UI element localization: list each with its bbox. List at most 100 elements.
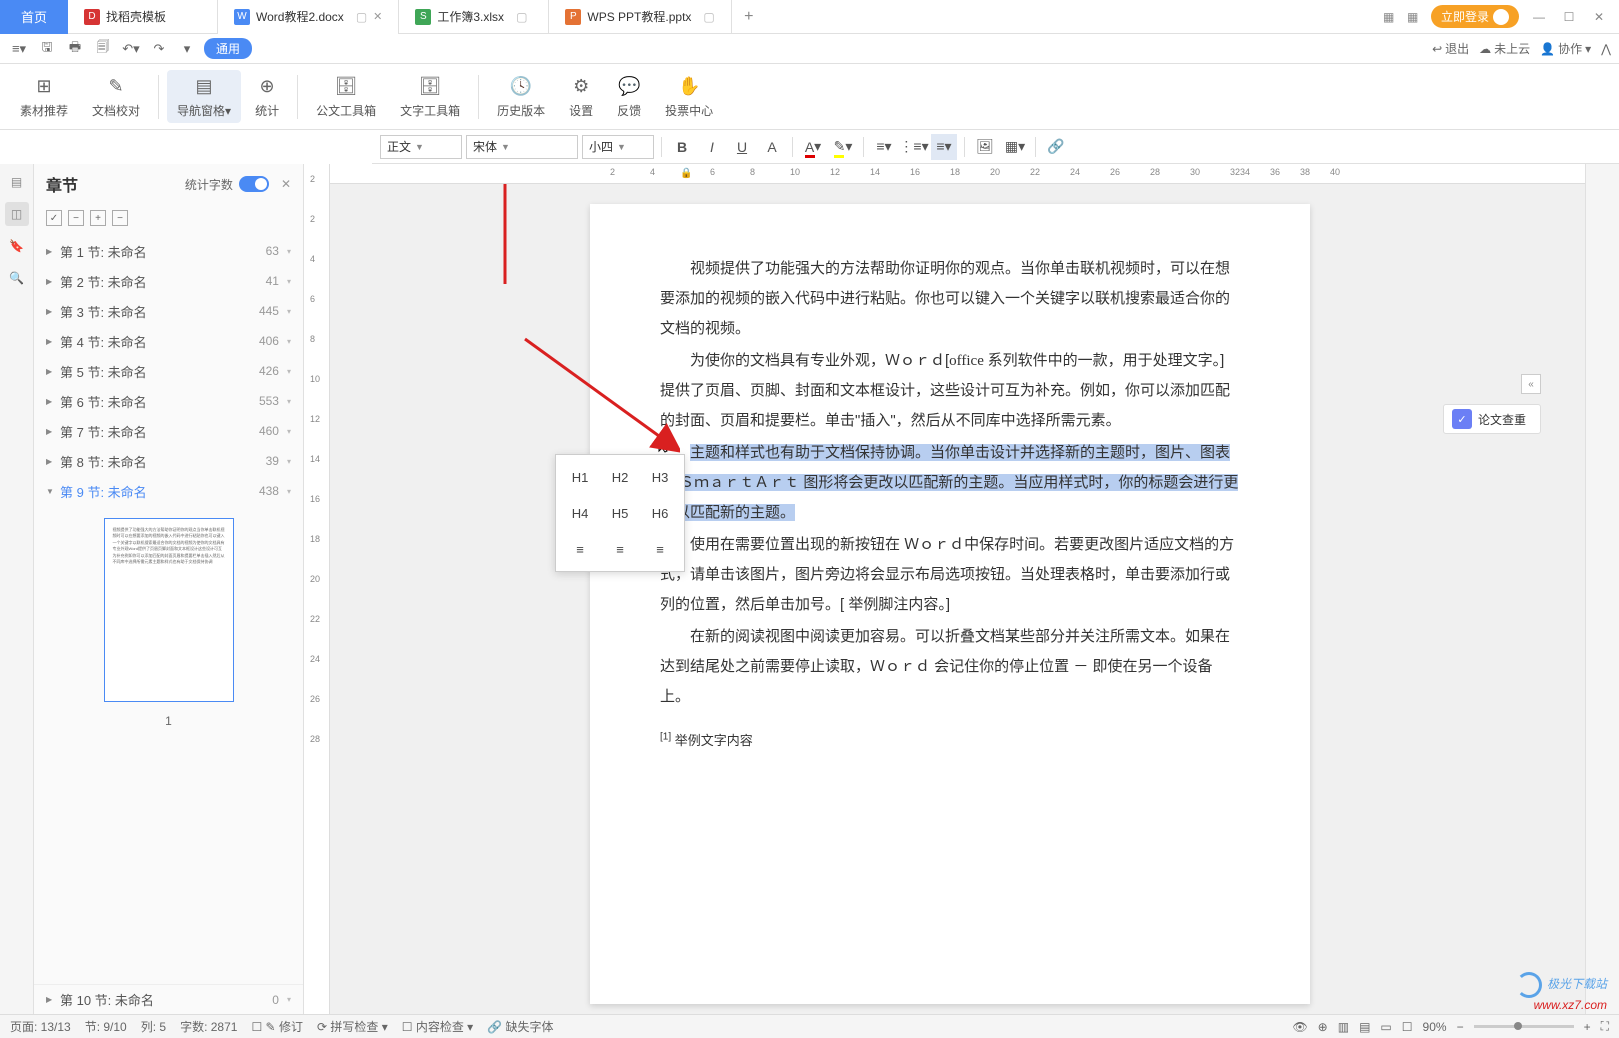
ribbon-feedback[interactable]: 💬反馈 — [607, 70, 651, 123]
view-mode-icon[interactable]: 👁 — [1292, 1020, 1307, 1034]
tab-excel-doc[interactable]: S 工作簿3.xlsx ▢ — [399, 0, 549, 34]
italic-button[interactable]: I — [699, 134, 725, 160]
ribbon-settings[interactable]: ⚙设置 — [559, 70, 603, 123]
image-button[interactable]: 🖼 — [972, 134, 998, 160]
heading-h3[interactable]: H3 — [644, 463, 676, 491]
underline-button[interactable]: U — [729, 134, 755, 160]
status-section[interactable]: 节: 9/10 — [85, 1018, 127, 1035]
status-page[interactable]: 页面: 13/13 — [10, 1018, 71, 1035]
home-tab[interactable]: 首页 — [0, 0, 68, 34]
style-select[interactable]: 正文▼ — [380, 135, 462, 159]
ribbon-texttools[interactable]: 🗄文字工具箱 — [390, 70, 470, 123]
nav-item[interactable]: ▶第 1 节: 未命名63▾ — [34, 236, 303, 266]
tab-template[interactable]: D 找稻壳模板 — [68, 0, 218, 34]
status-column[interactable]: 列: 5 — [141, 1018, 166, 1035]
paragraph[interactable]: 视频提供了功能强大的方法帮助你证明你的观点。当你单击联机视频时，可以在想要添加的… — [660, 254, 1240, 344]
zoom-out-icon[interactable]: ☐ — [1402, 1020, 1413, 1034]
status-edit[interactable]: ☐ ✎ 修订 — [251, 1018, 303, 1035]
document-canvas[interactable]: 视频提供了功能强大的方法帮助你证明你的观点。当你单击联机视频时，可以在想要添加的… — [330, 184, 1585, 1014]
preview-icon[interactable]: 🗐 — [92, 38, 114, 60]
paragraph-highlighted[interactable]: 主题和样式也有助于文档保持协调。当你单击设计并选择新的主题时，图片、图表或 Ｓｍ… — [660, 438, 1240, 528]
ribbon-vote[interactable]: ✋投票中心 — [655, 70, 723, 123]
close-icon[interactable]: ✕ — [373, 10, 382, 23]
undo-icon[interactable]: ↶▾ — [120, 38, 142, 60]
expand-all-icon[interactable]: ✓ — [46, 210, 62, 226]
exit-button[interactable]: ↩ 退出 — [1432, 40, 1469, 57]
paragraph[interactable]: 使用在需要位置出现的新按钮在 Ｗｏｒｄ中保存时间。若要更改图片适应文档的方式，请… — [660, 530, 1240, 620]
search-icon[interactable]: 🔍 — [5, 266, 29, 290]
number-list-button[interactable]: ≡▾ — [871, 134, 897, 160]
ribbon-nav-pane[interactable]: ▤导航窗格▾ — [167, 70, 241, 123]
outline-icon[interactable]: ▤ — [5, 170, 29, 194]
section-icon[interactable]: ◫ — [5, 202, 29, 226]
paper-check-button[interactable]: ✓ 论文查重 — [1443, 404, 1541, 434]
paragraph[interactable]: 为使你的文档具有专业外观，Ｗｏｒｄ[office 系列软件中的一款，用于处理文字… — [660, 346, 1240, 436]
add-section-icon[interactable]: + — [90, 210, 106, 226]
heading-h4[interactable]: H4 — [564, 499, 596, 527]
align-right-icon[interactable]: ≡ — [644, 535, 676, 563]
bookmark-icon[interactable]: 🔖 — [5, 234, 29, 258]
page[interactable]: 视频提供了功能强大的方法帮助你证明你的观点。当你单击联机视频时，可以在想要添加的… — [590, 204, 1310, 1004]
nav-item[interactable]: ▶第 5 节: 未命名426▾ — [34, 356, 303, 386]
view-web-icon[interactable]: ⊕ — [1318, 1020, 1328, 1034]
add-tab-button[interactable]: + — [732, 8, 766, 26]
heading-h6[interactable]: H6 — [644, 499, 676, 527]
page-thumbnail[interactable]: 视频提供了功能强大的方法帮助你证明你的观点当你单击联机视频时可以在想要添加的视频… — [104, 518, 234, 702]
heading-h5[interactable]: H5 — [604, 499, 636, 527]
redo-icon[interactable]: ↷ — [148, 38, 170, 60]
heading-h1[interactable]: H1 — [564, 463, 596, 491]
status-missing-font[interactable]: 🔗 缺失字体 — [487, 1018, 553, 1035]
view-read-icon[interactable]: ▭ — [1380, 1020, 1391, 1034]
remove-section-icon[interactable]: − — [112, 210, 128, 226]
align-left-icon[interactable]: ≡ — [564, 535, 596, 563]
ribbon-proofread[interactable]: ✎文档校对 — [82, 70, 150, 123]
paragraph[interactable]: 在新的阅读视图中阅读更加容易。可以折叠文档某些部分并关注所需文本。如果在达到结尾… — [660, 622, 1240, 712]
expand-icon[interactable]: ⋀ — [1601, 42, 1611, 56]
apps-icon[interactable] — [1407, 10, 1421, 24]
ribbon-material[interactable]: ⊞素材推荐 — [10, 70, 78, 123]
nav-item[interactable]: ▶第 3 节: 未命名445▾ — [34, 296, 303, 326]
fullscreen-icon[interactable]: ⛶ — [1601, 1019, 1609, 1034]
print-icon[interactable]: 🖶 — [64, 38, 86, 60]
table-button[interactable]: ▦▾ — [1002, 134, 1028, 160]
nav-item[interactable]: ▶第 4 节: 未命名406▾ — [34, 326, 303, 356]
tab-ppt-doc[interactable]: P WPS PPT教程.pptx ▢ — [549, 0, 731, 34]
dropdown-icon[interactable]: ▾ — [176, 38, 198, 60]
ribbon-doctools[interactable]: 🗄公文工具箱 — [306, 70, 386, 123]
highlight-button[interactable]: ✎▾ — [830, 134, 856, 160]
vertical-ruler[interactable]: 2 2 4 6 8 10 12 14 16 18 20 22 24 26 28 — [304, 164, 330, 1014]
collapse-icon[interactable]: « — [1521, 374, 1541, 394]
cloud-status[interactable]: ☁ 未上云 — [1479, 40, 1530, 57]
grid-icon[interactable] — [1383, 10, 1397, 24]
mode-pill[interactable]: 通用 — [204, 38, 252, 59]
collaborate-button[interactable]: 👤 协作 ▾ — [1540, 40, 1591, 57]
zoom-minus[interactable]: − — [1457, 1020, 1464, 1034]
menu-icon[interactable]: ≡▾ — [8, 38, 30, 60]
collapse-all-icon[interactable]: − — [68, 210, 84, 226]
login-button[interactable]: 立即登录 — [1431, 5, 1519, 28]
nav-item-selected[interactable]: ▼第 9 节: 未命名438▾ — [34, 476, 303, 506]
zoom-plus[interactable]: + — [1584, 1020, 1591, 1034]
save-icon[interactable]: 🖫 — [36, 38, 58, 60]
footnote[interactable]: [1] 举例文字内容 — [660, 730, 1240, 749]
nav-item[interactable]: ▶第 6 节: 未命名553▾ — [34, 386, 303, 416]
nav-item[interactable]: ▶第 2 节: 未命名41▾ — [34, 266, 303, 296]
minimize-button[interactable]: — — [1529, 10, 1549, 24]
font-grow-button[interactable]: A — [759, 134, 785, 160]
horizontal-ruler[interactable]: 2 4 🔒 6 8 10 12 14 16 18 20 22 24 26 28 … — [330, 164, 1585, 184]
font-size-select[interactable]: 小四▼ — [582, 135, 654, 159]
align-center-icon[interactable]: ≡ — [604, 535, 636, 563]
status-content-check[interactable]: ☐ 内容检查 ▾ — [402, 1018, 473, 1035]
ribbon-history[interactable]: 🕓历史版本 — [487, 70, 555, 123]
nav-item[interactable]: ▶第 10 节: 未命名0▾ — [34, 984, 303, 1014]
link-button[interactable]: 🔗 — [1043, 134, 1069, 160]
view-outline-icon[interactable]: ▤ — [1359, 1020, 1370, 1034]
zoom-label[interactable]: 90% — [1423, 1020, 1447, 1034]
heading-h2[interactable]: H2 — [604, 463, 636, 491]
bullet-list-button[interactable]: ⋮≡▾ — [901, 134, 927, 160]
font-select[interactable]: 宋体▼ — [466, 135, 578, 159]
zoom-slider[interactable] — [1474, 1025, 1574, 1028]
status-chars[interactable]: 字数: 2871 — [180, 1018, 237, 1035]
align-button[interactable]: ≡▾ — [931, 134, 957, 160]
close-window-button[interactable]: ✕ — [1589, 10, 1609, 24]
